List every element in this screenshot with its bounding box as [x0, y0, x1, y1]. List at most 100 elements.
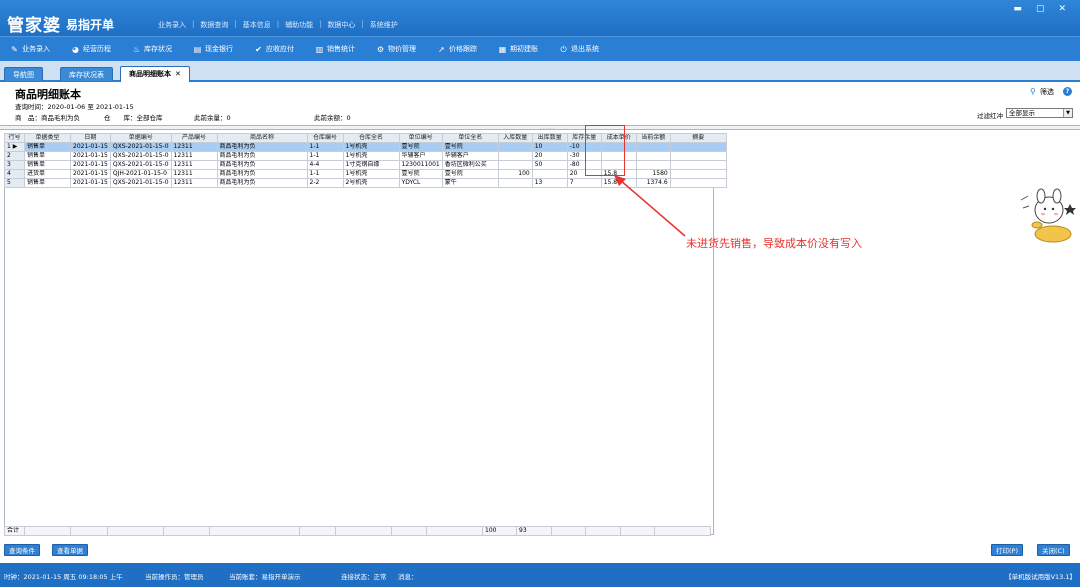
- table-cell[interactable]: [531, 169, 568, 179]
- tool-sales-stats[interactable]: ▥ 销售统计: [315, 44, 355, 54]
- table-cell[interactable]: [669, 151, 727, 161]
- row-number-cell[interactable]: 4: [4, 169, 25, 179]
- tool-operating-history[interactable]: ◕ 经营历程: [71, 44, 111, 54]
- menu-business-entry[interactable]: 业务录入: [158, 20, 186, 30]
- table-cell[interactable]: 4-4: [306, 160, 344, 170]
- menu-data-query[interactable]: 数据查询: [200, 20, 228, 30]
- table-cell[interactable]: 进货单: [24, 169, 71, 179]
- table-cell[interactable]: 商品毛利为负: [216, 151, 308, 161]
- table-cell[interactable]: 华辅客户: [441, 151, 499, 161]
- tool-inventory-status[interactable]: ♨ 库存状况: [132, 44, 172, 54]
- table-cell[interactable]: 蒙牛: [441, 178, 499, 188]
- table-cell[interactable]: 1号机壳: [342, 169, 400, 179]
- table-cell[interactable]: 商品毛利为负: [216, 178, 308, 188]
- table-cell[interactable]: 12311: [170, 169, 218, 179]
- table-cell[interactable]: 1号机壳: [342, 151, 400, 161]
- table-cell[interactable]: 2021-01-15: [70, 178, 111, 188]
- table-cell[interactable]: 2021-01-15: [70, 142, 111, 152]
- col-unit-code[interactable]: 单位编号: [398, 133, 443, 143]
- table-cell[interactable]: 12311: [170, 178, 218, 188]
- table-cell[interactable]: 7: [566, 178, 602, 188]
- table-cell[interactable]: 商品毛利为负: [216, 169, 308, 179]
- col-doc-no[interactable]: 单据编号: [109, 133, 172, 143]
- table-cell[interactable]: [669, 142, 727, 152]
- table-cell[interactable]: 20: [531, 151, 568, 161]
- maximize-icon[interactable]: ▢: [1036, 4, 1045, 14]
- col-current-balance[interactable]: 当前余额: [635, 133, 671, 143]
- table-cell[interactable]: 10: [531, 142, 568, 152]
- col-warehouse-code[interactable]: 仓库编号: [306, 133, 344, 143]
- table-cell[interactable]: 12311: [170, 160, 218, 170]
- tab-navigation[interactable]: 导航图: [4, 67, 43, 81]
- table-cell[interactable]: [497, 178, 533, 188]
- menu-basic-info[interactable]: 基本信息: [243, 20, 271, 30]
- help-icon[interactable]: ?: [1063, 87, 1072, 96]
- table-cell[interactable]: 壹号院: [441, 142, 499, 152]
- table-cell[interactable]: YDYCL: [398, 178, 443, 188]
- col-doc-type[interactable]: 单据类型: [24, 133, 71, 143]
- col-out-qty[interactable]: 出库数量: [531, 133, 568, 143]
- table-cell[interactable]: 1寸克钢自缘: [342, 160, 400, 170]
- table-cell[interactable]: 壹号院: [398, 142, 443, 152]
- tool-opening-setup[interactable]: ▦ 期初建账: [498, 44, 538, 54]
- table-cell[interactable]: 2-2: [306, 178, 344, 188]
- menu-auxiliary[interactable]: 辅助功能: [285, 20, 313, 30]
- table-cell[interactable]: 1230011001: [398, 160, 443, 170]
- table-cell[interactable]: [497, 151, 533, 161]
- close-button[interactable]: 关闭(C): [1037, 544, 1070, 556]
- tab-close-icon[interactable]: ✕: [175, 70, 181, 78]
- col-date[interactable]: 日期: [70, 133, 111, 143]
- table-cell[interactable]: 销售单: [24, 151, 71, 161]
- table-cell[interactable]: 13: [531, 178, 568, 188]
- table-cell[interactable]: 12311: [170, 142, 218, 152]
- table-cell[interactable]: QXS-2021-01-15-0: [109, 151, 172, 161]
- tool-cash-bank[interactable]: ▤ 现金银行: [193, 44, 233, 54]
- table-cell[interactable]: 销售单: [24, 178, 71, 188]
- table-cell[interactable]: QJH-2021-01-15-0: [109, 169, 172, 179]
- row-number-cell[interactable]: 5: [4, 178, 25, 188]
- table-cell[interactable]: 50: [531, 160, 568, 170]
- tab-inventory-status[interactable]: 库存状况表: [60, 67, 113, 81]
- table-cell[interactable]: 销售单: [24, 160, 71, 170]
- table-cell[interactable]: 商品毛利为负: [216, 160, 308, 170]
- table-cell[interactable]: [497, 142, 533, 152]
- row-number-cell[interactable]: 1 ▶: [4, 142, 25, 152]
- col-row-no[interactable]: 行号: [4, 133, 25, 143]
- table-cell[interactable]: 12311: [170, 151, 218, 161]
- query-condition-button[interactable]: 查询条件: [4, 544, 40, 556]
- filter-red-select[interactable]: 全部显示 ▼: [1006, 108, 1073, 118]
- minimize-icon[interactable]: ▬: [1013, 4, 1022, 14]
- table-cell[interactable]: [635, 151, 671, 161]
- table-cell[interactable]: 1-1: [306, 142, 344, 152]
- row-number-cell[interactable]: 2: [4, 151, 25, 161]
- splitter[interactable]: · · · · ·: [0, 125, 1080, 132]
- table-cell[interactable]: [669, 160, 727, 170]
- menu-data-center[interactable]: 数据中心: [327, 20, 355, 30]
- tool-price-tracking[interactable]: ➚ 价格跟踪: [437, 44, 477, 54]
- table-cell[interactable]: 香坊区微利公买: [441, 160, 499, 170]
- table-cell[interactable]: 2021-01-15: [70, 160, 111, 170]
- chevron-down-icon[interactable]: ▼: [1063, 109, 1072, 117]
- table-cell[interactable]: 1-1: [306, 151, 344, 161]
- tool-business-entry[interactable]: ✎ 业务录入: [10, 44, 50, 54]
- table-cell[interactable]: 2021-01-15: [70, 169, 111, 179]
- view-document-button[interactable]: 查看单据: [52, 544, 88, 556]
- table-cell[interactable]: 商品毛利为负: [216, 142, 308, 152]
- table-cell[interactable]: QXS-2021-01-15-0: [109, 160, 172, 170]
- table-cell[interactable]: 壹号院: [441, 169, 499, 179]
- table-cell[interactable]: [635, 160, 671, 170]
- print-button[interactable]: 打印(P): [991, 544, 1023, 556]
- col-remarks[interactable]: 摘要: [669, 133, 727, 143]
- row-number-cell[interactable]: 3: [4, 160, 25, 170]
- table-cell[interactable]: QXS-2021-01-15-0: [109, 178, 172, 188]
- tool-exit-system[interactable]: ⏻ 退出系统: [559, 44, 599, 54]
- tool-receivable-payable[interactable]: ✔ 应收应付: [254, 44, 294, 54]
- filter-button[interactable]: ⚲ 筛选: [1030, 87, 1054, 97]
- table-cell[interactable]: QXS-2021-01-15-0: [109, 142, 172, 152]
- menu-system-maintenance[interactable]: 系统维护: [370, 20, 398, 30]
- col-unit-name[interactable]: 单位全名: [441, 133, 499, 143]
- table-cell[interactable]: 100: [497, 169, 533, 179]
- table-cell[interactable]: 华辅客户: [398, 151, 443, 161]
- close-icon[interactable]: ✕: [1058, 4, 1066, 14]
- table-cell[interactable]: 2号机壳: [342, 178, 400, 188]
